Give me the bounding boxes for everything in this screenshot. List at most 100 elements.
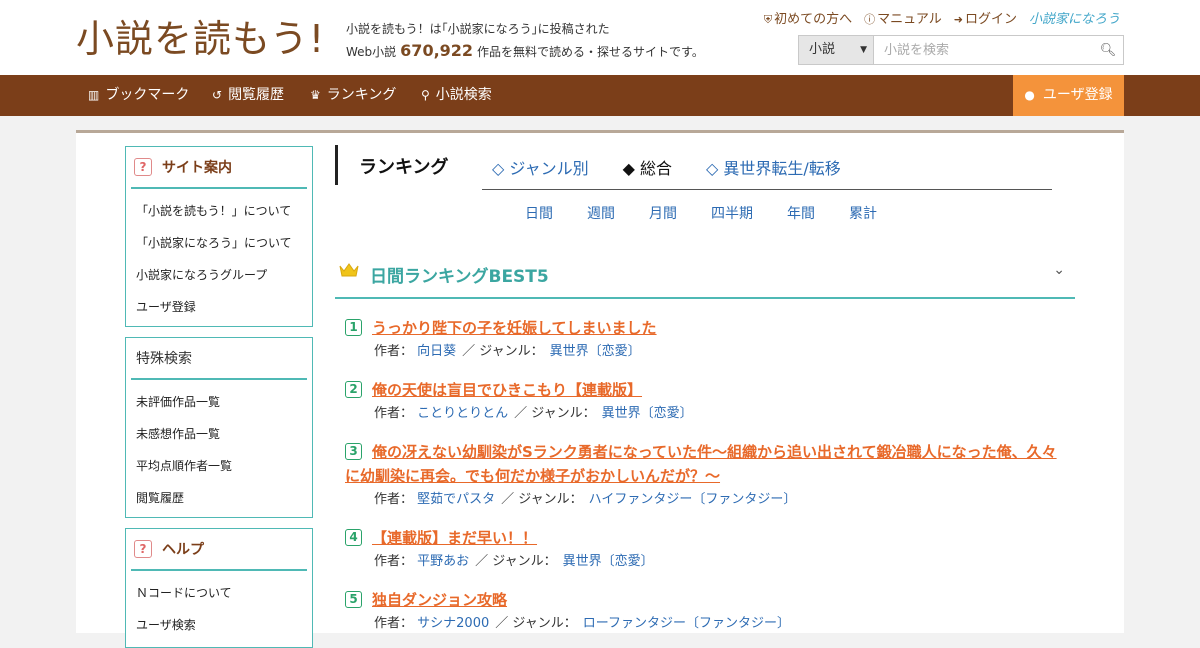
question-icon: ⓘ: [864, 13, 876, 26]
ranking-entry: 4 【連載版】まだ早い！！ 作者： 平野あお ／ ジャンル： 異世界〔恋愛〕: [345, 526, 1065, 573]
chevron-down-icon[interactable]: ⌄: [1053, 262, 1065, 278]
author-label: 作者：: [374, 406, 414, 421]
entry-meta: 作者： 堅茹でパスタ ／ ジャンル： ハイファンタジー〔ファンタジー〕: [345, 489, 1065, 511]
special-search-list: 未評価作品一覧 未感想作品一覧 平均点順作者一覧 閲覧履歴: [126, 380, 312, 514]
nav-history-label: 閲覧履歴: [228, 87, 285, 103]
special-search-title: 特殊検索: [136, 351, 192, 367]
genre-link[interactable]: 異世界〔恋愛〕: [563, 554, 654, 569]
author-label: 作者：: [374, 616, 414, 631]
ranking-entry: 5 独自ダンジョン攻略 作者： サシナ2000 ／ ジャンル： ローファンタジー〔フ…: [345, 588, 1065, 635]
genre-label: ／ ジャンル：: [462, 344, 544, 359]
tab-yearly[interactable]: 年間: [787, 203, 815, 223]
nav-history[interactable]: ↺ 閲覧履歴: [212, 75, 284, 116]
nav-ranking[interactable]: ♛ ランキング: [310, 75, 396, 116]
search-bar: 小説 ▼ 🔍︎: [798, 35, 1124, 65]
nav-bookmark-label: ブックマーク: [105, 87, 190, 103]
login-link[interactable]: ➜ ログイン: [954, 8, 1017, 27]
rank-number: 2: [345, 381, 362, 398]
site-guide-header: ? サイト案内: [131, 147, 307, 189]
tab-total[interactable]: 累計: [849, 203, 877, 223]
author-link[interactable]: 平野あお: [417, 554, 469, 569]
register-button-label: ユーザ登録: [1042, 87, 1113, 103]
novel-title-link[interactable]: 独自ダンジョン攻略: [345, 588, 1065, 612]
genre-link[interactable]: 異世界〔恋愛〕: [602, 406, 693, 421]
novel-title-link[interactable]: 俺の冴えない幼馴染がSランク勇者になっていた件～組織から追い出されて鍛冶職人にな…: [345, 440, 1065, 488]
author-label: 作者：: [374, 492, 414, 507]
author-link[interactable]: 向日葵: [417, 344, 456, 359]
tab-genre[interactable]: ◇ ジャンル別: [492, 155, 589, 179]
tab-daily[interactable]: 日間: [525, 203, 553, 223]
narou-logo-link[interactable]: 小説家になろう: [1029, 8, 1120, 27]
search-button[interactable]: 🔍︎: [1093, 36, 1123, 64]
sidebar-item-about-narou[interactable]: 「小説家になろう」について: [126, 227, 312, 259]
best5-header[interactable]: 日間ランキングBEST5 ⌄: [335, 248, 1075, 299]
search-type-value: 小説: [809, 42, 836, 57]
site-guide-list: 「小説を読もう！」について 「小説家になろう」について 小説家になろうグループ …: [126, 189, 312, 323]
site-tagline: 小説を読もう！は｢小説家になろう｣に投稿された Web小説 670,922 作品を無…: [346, 18, 704, 63]
register-button[interactable]: ● ユーザ登録: [1013, 75, 1124, 116]
manual-link[interactable]: ⓘ マニュアル: [864, 8, 942, 27]
sidebar-item-about-yomou[interactable]: 「小説を読もう！」について: [126, 195, 312, 227]
sidebar-item-history[interactable]: 閲覧履歴: [126, 482, 312, 514]
sidebar-item-narou-group[interactable]: 小説家になろうグループ: [126, 259, 312, 291]
history-icon: ↺: [212, 88, 223, 102]
tab-weekly[interactable]: 週間: [587, 203, 615, 223]
search-input[interactable]: [874, 36, 1093, 64]
manual-link-label: マニュアル: [877, 12, 942, 27]
help-list: Ｎコードについて ユーザ検索: [126, 571, 312, 641]
shield-icon: ⛨: [763, 13, 773, 26]
sidebar-item-user-search[interactable]: ユーザ検索: [126, 609, 312, 641]
rank-number: 4: [345, 529, 362, 546]
ranking-entry: 2 俺の天使は盲目でひきこもり【連載版】 作者： ことりとりとん ／ ジャンル： 異…: [345, 378, 1065, 425]
genre-link[interactable]: ローファンタジー〔ファンタジー〕: [583, 616, 790, 631]
rank-number: 5: [345, 591, 362, 608]
special-search-header: 特殊検索: [131, 338, 307, 380]
search-type-select[interactable]: 小説 ▼: [799, 36, 874, 64]
tagline-prefix: Web小説: [346, 45, 397, 59]
genre-label: ／ ジャンル：: [475, 554, 557, 569]
nav-search[interactable]: ⚲ 小説検索: [421, 75, 492, 116]
tab-overall[interactable]: ◆ 総合: [623, 155, 672, 179]
author-link[interactable]: 堅茹でパスタ: [417, 492, 495, 507]
bookmark-icon: ▥: [88, 88, 100, 102]
search-icon: ⚲: [421, 88, 430, 102]
tab-monthly[interactable]: 月間: [649, 203, 677, 223]
work-count: 670,922: [400, 41, 474, 60]
nav-bookmark[interactable]: ▥ ブックマーク: [88, 75, 189, 116]
site-logo[interactable]: 小説を読もう!: [76, 14, 325, 64]
rank-number: 1: [345, 319, 362, 336]
best5-title: 日間ランキングBEST5: [370, 267, 549, 287]
genre-link[interactable]: ハイファンタジー〔ファンタジー〕: [589, 492, 797, 507]
beginners-link[interactable]: ⛨ 初めての方へ: [764, 8, 852, 27]
login-icon: ➜: [953, 13, 963, 26]
novel-title-link[interactable]: うっかり陛下の子を妊娠してしまいました: [345, 316, 1065, 340]
help-header: ? ヘルプ: [131, 529, 307, 571]
novel-title-link[interactable]: 俺の天使は盲目でひきこもり【連載版】: [345, 378, 1065, 402]
entry-meta: 作者： ことりとりとん ／ ジャンル： 異世界〔恋愛〕: [345, 403, 1065, 425]
sidebar-item-no-review[interactable]: 未感想作品一覧: [126, 418, 312, 450]
sidebar-item-avg-authors[interactable]: 平均点順作者一覧: [126, 450, 312, 482]
author-link[interactable]: サシナ2000: [417, 616, 489, 631]
heading-bar: [335, 145, 338, 185]
entry-meta: 作者： サシナ2000 ／ ジャンル： ローファンタジー〔ファンタジー〕: [345, 613, 1065, 635]
login-link-label: ログイン: [964, 12, 1017, 27]
crown-icon: [339, 263, 359, 277]
sidebar-item-ncode[interactable]: Ｎコードについて: [126, 577, 312, 609]
period-tabs: 日間 週間 月間 四半期 年間 累計: [525, 203, 877, 223]
sidebar-item-register[interactable]: ユーザ登録: [126, 291, 312, 323]
main-nav: ▥ ブックマーク ↺ 閲覧履歴 ♛ ランキング ⚲ 小説検索 ● ユーザ登録: [0, 75, 1200, 116]
genre-link[interactable]: 異世界〔恋愛〕: [550, 344, 641, 359]
ranking-header: ランキング ◇ ジャンル別 ◆ 総合 ◇ 異世界転生/転移: [335, 145, 1075, 185]
main-content: ? サイト案内 「小説を読もう！」について 「小説家になろう」について 小説家にな…: [76, 130, 1124, 648]
tab-isekai[interactable]: ◇ 異世界転生/転移: [706, 155, 841, 179]
header-links: ⛨ 初めての方へ ⓘ マニュアル ➜ ログイン 小説家になろう: [764, 8, 1120, 27]
sidebar-item-unrated[interactable]: 未評価作品一覧: [126, 386, 312, 418]
ranking-title: ランキング: [359, 157, 449, 178]
author-label: 作者：: [374, 554, 414, 569]
nav-ranking-label: ランキング: [326, 87, 397, 103]
special-search-box: 特殊検索 未評価作品一覧 未感想作品一覧 平均点順作者一覧 閲覧履歴: [125, 337, 313, 518]
tagline-suffix: 作品を無料で読める・探せるサイトです。: [477, 45, 704, 59]
novel-title-link[interactable]: 【連載版】まだ早い！！: [345, 526, 1065, 550]
tab-quarterly[interactable]: 四半期: [711, 203, 753, 223]
author-link[interactable]: ことりとりとん: [417, 406, 508, 421]
